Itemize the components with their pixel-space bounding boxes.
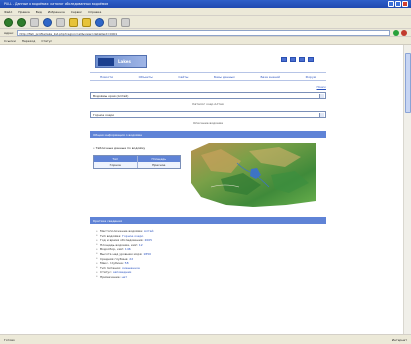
refresh-icon[interactable] <box>43 17 52 27</box>
table-note: • Табличные данные по водоёму <box>93 146 146 150</box>
maximize-icon[interactable] <box>395 1 401 7</box>
stop-icon[interactable] <box>30 17 39 27</box>
nav-objects[interactable]: Объекты <box>139 75 153 79</box>
search-link[interactable]: Поиск <box>316 85 326 89</box>
vertical-scrollbar[interactable] <box>403 45 411 334</box>
search-icon[interactable] <box>69 17 78 27</box>
nav-news[interactable]: Новости <box>100 75 113 79</box>
logo-text: Lakes <box>118 59 131 64</box>
mail-icon[interactable] <box>108 17 117 27</box>
minimize-icon[interactable] <box>388 1 394 7</box>
close-icon[interactable] <box>402 1 408 7</box>
nav-databases[interactable]: Базы данных <box>214 75 235 79</box>
address-label: Адрес <box>4 30 14 35</box>
info-table: Тип Площадь Горное Пресное <box>93 155 181 169</box>
status-bar: Готово Интернет <box>0 334 411 344</box>
scrollbar-thumb[interactable] <box>405 53 411 113</box>
table-row: Горное Пресное <box>94 162 180 168</box>
details-band: Краткие сведения <box>90 217 326 224</box>
region-select-value: Водоёмы края (Алтай) <box>93 94 129 98</box>
header-row: Lakes <box>90 53 326 71</box>
table-cell: Пресное <box>152 163 166 167</box>
web-page: Lakes Новости Объекты Сайты Базы данных … <box>0 45 403 334</box>
links-item-go[interactable]: Переход <box>22 39 36 43</box>
nav-sites[interactable]: Сайты <box>178 75 188 79</box>
page-container: Lakes Новости Объекты Сайты Базы данных … <box>90 53 326 280</box>
links-label: Ссылки <box>4 39 16 43</box>
favorites-icon[interactable] <box>82 17 91 27</box>
home-icon[interactable] <box>56 17 65 27</box>
site-nav: Новости Объекты Сайты Базы данных База з… <box>90 72 326 81</box>
menu-view[interactable]: Вид <box>36 10 42 14</box>
site-logo[interactable]: Lakes <box>95 55 147 68</box>
info-section: • Табличные данные по водоёму Тип Площад… <box>90 138 326 213</box>
go-icon[interactable] <box>393 29 399 36</box>
catalog-label: Каталог озер Алтая <box>192 102 224 106</box>
general-info-band: Общая информация о водоёме <box>90 131 326 138</box>
address-bar: Адрес http://fish_profile/lake_list.php?… <box>0 29 411 37</box>
menu-edit[interactable]: Правка <box>18 10 29 14</box>
flag-icon[interactable] <box>299 57 305 62</box>
lake-select-value: Горное озеро <box>93 113 115 117</box>
region-select[interactable]: Водоёмы края (Алтай) <box>90 92 326 99</box>
logo-mark-icon <box>98 58 114 66</box>
print-icon[interactable] <box>121 17 130 27</box>
flag-icon[interactable] <box>290 57 296 62</box>
menu-tools[interactable]: Сервис <box>71 10 82 14</box>
forward-icon[interactable] <box>17 17 26 27</box>
toolbar <box>0 16 411 29</box>
search-link-row: Поиск <box>90 85 326 90</box>
window-titlebar: PULL - Данные о водоёмах: каталог обслед… <box>0 0 411 8</box>
details-list: Местоположение водоёма: Алтай Тип водоём… <box>90 229 326 280</box>
relief-map <box>191 143 316 207</box>
window-title: PULL - Данные о водоёмах: каталог обслед… <box>4 2 109 6</box>
links-bar: Ссылки Переход Статус <box>0 37 411 45</box>
back-icon[interactable] <box>4 17 13 27</box>
status-text: Готово <box>4 338 15 342</box>
menu-bar: Файл Правка Вид Избранное Сервис Справка <box>0 8 411 16</box>
language-flags <box>281 57 314 62</box>
list-item: Примечание: нет <box>96 274 326 280</box>
block-icon[interactable] <box>401 29 407 36</box>
flag-icon[interactable] <box>308 57 314 62</box>
lake-select[interactable]: Горное озеро <box>90 111 326 118</box>
menu-help[interactable]: Справка <box>88 10 101 14</box>
nav-forum[interactable]: Форум <box>306 75 316 79</box>
chevron-down-icon[interactable] <box>319 94 324 98</box>
status-zone: Интернет <box>391 338 407 342</box>
flag-icon[interactable] <box>281 57 287 62</box>
description-label: Описание водоема <box>193 121 223 125</box>
history-icon[interactable] <box>95 17 104 27</box>
menu-favorites[interactable]: Избранное <box>48 10 65 14</box>
address-input[interactable]: http://fish_profile/lake_list.php?region… <box>16 29 390 36</box>
table-cell: Горное <box>94 162 138 168</box>
nav-knowledge[interactable]: База знаний <box>260 75 280 79</box>
links-item-status[interactable]: Статус <box>41 39 52 43</box>
chevron-down-icon[interactable] <box>319 113 324 117</box>
menu-file[interactable]: Файл <box>4 10 12 14</box>
